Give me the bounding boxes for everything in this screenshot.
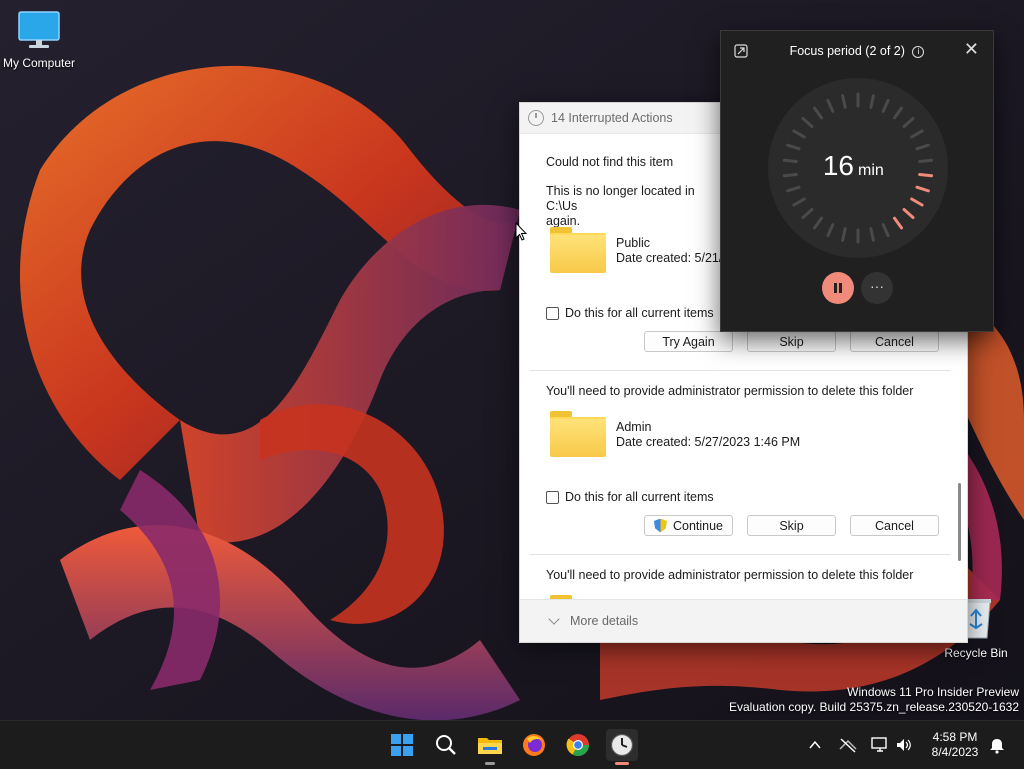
more-options-button[interactable]: ··· bbox=[861, 272, 893, 304]
notification-bell-icon[interactable] bbox=[988, 736, 1006, 754]
folder-name: Public bbox=[616, 236, 651, 250]
running-indicator bbox=[615, 762, 629, 765]
timer-tick bbox=[782, 172, 798, 178]
dialog-scrollbar[interactable] bbox=[958, 483, 961, 561]
timer-tick bbox=[918, 172, 934, 178]
try-again-button[interactable]: Try Again bbox=[644, 331, 733, 352]
folder-name: Admin bbox=[616, 420, 652, 434]
clock-icon bbox=[528, 110, 544, 126]
uac-shield-icon bbox=[653, 518, 667, 533]
continue-button[interactable]: Continue bbox=[644, 515, 733, 536]
clock-app-icon bbox=[610, 733, 634, 757]
folder-date-created: Date created: 5/21/2 bbox=[616, 251, 730, 265]
desktop-icon-label: Recycle Bin bbox=[944, 646, 1008, 660]
search-button[interactable] bbox=[430, 729, 462, 761]
close-icon[interactable]: ✕ bbox=[964, 39, 979, 60]
chrome-button[interactable] bbox=[562, 729, 594, 761]
volume-icon[interactable] bbox=[895, 737, 913, 753]
desktop-icon-my-computer[interactable]: My Computer bbox=[0, 10, 78, 70]
item-description: This is no longer located in C:\Us again… bbox=[546, 184, 726, 229]
file-explorer-icon bbox=[478, 738, 502, 754]
folder-icon bbox=[550, 411, 606, 457]
checkbox-box[interactable] bbox=[546, 490, 559, 504]
more-details-toggle[interactable]: More details bbox=[548, 613, 639, 628]
apply-all-checkbox[interactable]: Do this for all current items bbox=[546, 490, 714, 504]
monitor-icon bbox=[18, 11, 60, 48]
item-heading: You'll need to provide administrator per… bbox=[546, 384, 914, 398]
info-icon[interactable]: i bbox=[912, 45, 925, 58]
start-icon bbox=[391, 734, 413, 756]
clock-app-button[interactable] bbox=[606, 729, 638, 765]
display-icon[interactable] bbox=[871, 737, 889, 753]
section-divider bbox=[530, 370, 950, 371]
network-offline-icon[interactable] bbox=[838, 737, 858, 753]
evaluation-watermark: Windows 11 Pro Insider Preview Evaluatio… bbox=[729, 685, 1019, 715]
watermark-line2: Evaluation copy. Build 25375.zn_release.… bbox=[729, 700, 1019, 714]
taskbar: 4:58 PM 8/4/2023 bbox=[0, 720, 1024, 769]
firefox-icon bbox=[523, 734, 545, 756]
timer-tick bbox=[918, 158, 934, 164]
firefox-button[interactable] bbox=[518, 729, 550, 761]
checkbox-box[interactable] bbox=[546, 306, 559, 320]
chrome-icon bbox=[566, 734, 589, 756]
skip-button[interactable]: Skip bbox=[747, 515, 836, 536]
focus-title: Focus period (2 of 2) i bbox=[721, 44, 993, 58]
focus-unit: min bbox=[858, 162, 884, 179]
running-indicator bbox=[485, 762, 495, 765]
skip-button[interactable]: Skip bbox=[747, 331, 836, 352]
watermark-line1: Windows 11 Pro Insider Preview bbox=[847, 685, 1019, 699]
continue-button-label: Continue bbox=[672, 518, 724, 533]
checkbox-label: Do this for all current items bbox=[565, 490, 714, 504]
clock-time: 4:58 PM bbox=[932, 730, 978, 744]
start-button[interactable] bbox=[386, 729, 418, 761]
chevron-down-icon bbox=[548, 613, 560, 625]
cancel-button[interactable]: Cancel bbox=[850, 331, 939, 352]
focus-session-widget: Focus period (2 of 2) i ✕ 16 min ··· bbox=[720, 30, 994, 332]
checkbox-label: Do this for all current items bbox=[565, 306, 714, 320]
taskbar-clock[interactable]: 4:58 PM 8/4/2023 bbox=[925, 730, 985, 760]
cancel-button[interactable]: Cancel bbox=[850, 515, 939, 536]
section-divider bbox=[530, 554, 950, 555]
clock-date: 8/4/2023 bbox=[931, 745, 979, 759]
item-heading: You'll need to provide administrator per… bbox=[546, 568, 914, 582]
folder-icon bbox=[550, 227, 606, 273]
search-icon bbox=[436, 735, 456, 755]
folder-date-created: Date created: 5/27/2023 1:46 PM bbox=[616, 435, 801, 449]
focus-minutes: 16 bbox=[823, 150, 854, 181]
item-description-line1: This is no longer located in C:\Us bbox=[546, 184, 695, 213]
pause-button[interactable] bbox=[822, 272, 854, 304]
timer-tick bbox=[782, 158, 798, 164]
focus-title-text: Focus period (2 of 2) bbox=[789, 44, 905, 58]
item-description-line2: again. bbox=[546, 214, 581, 228]
file-explorer-button[interactable] bbox=[474, 729, 506, 765]
dialog-footer: More details bbox=[520, 599, 967, 642]
more-details-label: More details bbox=[570, 614, 639, 628]
mouse-cursor-icon bbox=[515, 222, 527, 241]
desktop-icon-label: My Computer bbox=[2, 56, 76, 70]
dialog-title: 14 Interrupted Actions bbox=[551, 111, 673, 125]
chevron-up-icon[interactable] bbox=[808, 739, 822, 751]
item-heading: Could not find this item bbox=[546, 155, 674, 169]
apply-all-checkbox[interactable]: Do this for all current items bbox=[546, 306, 714, 320]
focus-timer-dial: 16 min bbox=[768, 78, 948, 258]
